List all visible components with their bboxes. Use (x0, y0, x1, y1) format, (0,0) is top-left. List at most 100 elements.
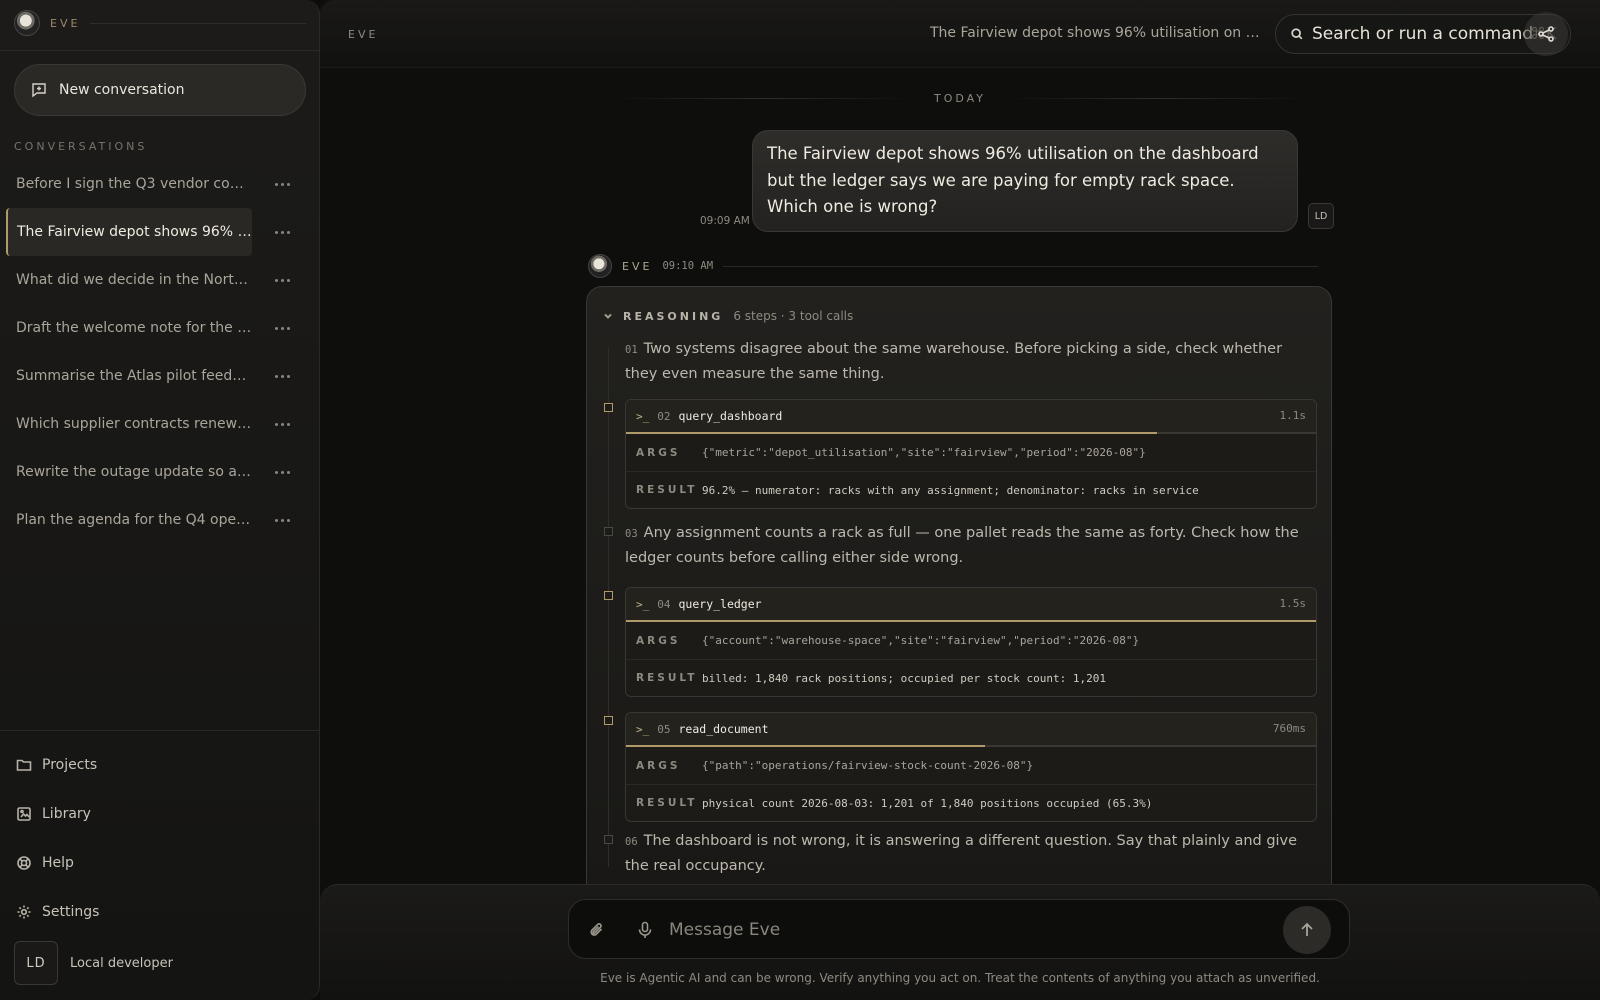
conversation-item-active[interactable]: The Fairview depot shows 96% uti... (6, 208, 312, 256)
arrow-up-icon (1301, 922, 1313, 936)
reasoning-timeline (608, 347, 609, 867)
share-button[interactable] (1524, 12, 1568, 56)
nav-help[interactable]: Help (14, 838, 306, 887)
conversations-header: CONVERSATIONS (14, 140, 148, 153)
conversation-item[interactable]: Plan the agenda for the Q4 operat... (6, 496, 312, 544)
conversation-item[interactable]: Draft the welcome note for the ne... (6, 304, 312, 352)
composer-area: Eve is Agentic AI and can be wrong. Veri… (320, 884, 1600, 1000)
nav-label: Help (42, 854, 74, 871)
message-input[interactable] (669, 912, 1269, 948)
more-icon[interactable] (270, 511, 294, 529)
conversation-list: Before I sign the Q3 vendor cons... The … (6, 160, 312, 544)
more-icon[interactable] (270, 319, 294, 337)
eve-logo-icon (588, 254, 612, 278)
library-icon (17, 806, 31, 821)
more-icon[interactable] (270, 367, 294, 385)
tool-result: RESULT physical count 2026-08-03: 1,201 … (626, 784, 1316, 821)
main-panel: EVE The Fairview depot shows 96% utilisa… (320, 0, 1600, 1000)
result-label: RESULT (636, 484, 698, 496)
nav-label: Library (42, 805, 91, 822)
conversation-label: Plan the agenda for the Q4 operat... (16, 512, 252, 528)
step-marker (604, 716, 613, 725)
new-chat-icon (32, 83, 46, 98)
nav-label: Projects (42, 756, 98, 773)
brand-name: EVE (50, 16, 81, 30)
more-icon[interactable] (270, 271, 294, 289)
assistant-time: 09:10 AM (662, 260, 714, 272)
share-icon (1538, 26, 1554, 42)
conversation-label: Rewrite the outage update so a c... (16, 464, 252, 480)
tool-args: ARGS {"path":"operations/fairview-stock-… (626, 747, 1316, 784)
new-conversation-label: New conversation (59, 82, 185, 98)
tool-progress-fill (626, 432, 1158, 434)
result-value: 96.2% — numerator: racks with any assign… (702, 483, 1199, 497)
terminal-icon: >_ (636, 409, 650, 423)
terminal-icon: >_ (636, 722, 650, 736)
result-label: RESULT (636, 672, 698, 684)
lifebuoy-icon (17, 855, 31, 870)
step-number: 01 (625, 344, 638, 356)
reasoning-toggle[interactable]: REASONING 6 steps · 3 tool calls (603, 309, 853, 323)
user-name: Local developer (70, 955, 173, 971)
sidebar-divider (0, 730, 320, 731)
tool-progress (626, 432, 1316, 434)
terminal-icon: >_ (636, 597, 650, 611)
send-button[interactable] (1283, 906, 1331, 954)
new-conversation-button[interactable]: New conversation (14, 64, 306, 116)
conversation-label: The Fairview depot shows 96% uti... (6, 208, 252, 256)
user-message-time: 09:09 AM (700, 215, 750, 227)
nav-settings[interactable]: Settings (14, 887, 306, 936)
conversation-title: The Fairview depot shows 96% utilisation… (930, 25, 1260, 41)
reasoning-step: 06 The dashboard is not wrong, it is answ… (625, 829, 1315, 878)
conversation-label: Before I sign the Q3 vendor cons... (16, 176, 252, 192)
tool-args: ARGS {"metric":"depot_utilisation","site… (626, 434, 1316, 471)
conversation-item[interactable]: Summarise the Atlas pilot feedba... (6, 352, 312, 400)
tool-call[interactable]: >_ 04 query_ledger 1.5s ARGS {"account":… (625, 587, 1317, 697)
more-icon[interactable] (270, 463, 294, 481)
nav-projects[interactable]: Projects (14, 740, 306, 789)
args-label: ARGS (636, 634, 681, 647)
avatar: LD (14, 941, 58, 985)
tool-call-header[interactable]: >_ 04 query_ledger 1.5s (626, 588, 1316, 620)
reasoning-meta: 6 steps · 3 tool calls (733, 309, 854, 323)
conversation-item[interactable]: Before I sign the Q3 vendor cons... (6, 160, 312, 208)
conversation-label: Draft the welcome note for the ne... (16, 320, 252, 336)
search-icon (1291, 28, 1303, 40)
more-icon[interactable] (270, 415, 294, 433)
tool-progress-fill (626, 620, 1316, 622)
tool-result: RESULT 96.2% — numerator: racks with any… (626, 471, 1316, 508)
step-marker (604, 591, 613, 600)
tool-call-header[interactable]: >_ 05 read_document 760ms (626, 713, 1316, 745)
more-icon[interactable] (270, 175, 294, 193)
user-profile[interactable]: LD Local developer (14, 941, 173, 985)
tool-call[interactable]: >_ 05 read_document 760ms ARGS {"path":"… (625, 712, 1317, 822)
folder-icon (16, 759, 32, 771)
nav-library[interactable]: Library (14, 789, 306, 838)
more-icon[interactable] (270, 223, 294, 241)
day-label: TODAY (933, 92, 987, 105)
search-placeholder: Search or run a command (1312, 24, 1534, 44)
paperclip-icon[interactable] (587, 920, 607, 940)
step-number: 04 (657, 597, 671, 611)
args-value: {"account":"warehouse-space","site":"fai… (702, 634, 1140, 647)
tool-call-header[interactable]: >_ 02 query_dashboard 1.1s (626, 400, 1316, 432)
args-label: ARGS (636, 759, 681, 772)
conversation-label: Which supplier contracts renew in... (16, 416, 252, 432)
chevron-down-icon (604, 313, 612, 319)
header-brand: EVE (348, 28, 379, 41)
step-marker (604, 527, 613, 536)
microphone-icon[interactable] (635, 920, 655, 940)
sidebar-brand: EVE (14, 10, 306, 36)
brand-divider (90, 22, 306, 24)
assistant-divider (723, 265, 1318, 267)
tool-duration: 1.1s (1279, 409, 1307, 422)
conversation-item[interactable]: Rewrite the outage update so a c... (6, 448, 312, 496)
reasoning-panel: REASONING 6 steps · 3 tool calls 01 Two s… (586, 286, 1332, 906)
step-number: 02 (657, 409, 671, 423)
conversation-item[interactable]: What did we decide in the Northwi... (6, 256, 312, 304)
tool-call[interactable]: >_ 02 query_dashboard 1.1s ARGS {"metric… (625, 399, 1317, 509)
tool-progress-fill (626, 745, 985, 747)
step-marker (604, 403, 613, 412)
tool-progress (626, 620, 1316, 622)
conversation-item[interactable]: Which supplier contracts renew in... (6, 400, 312, 448)
